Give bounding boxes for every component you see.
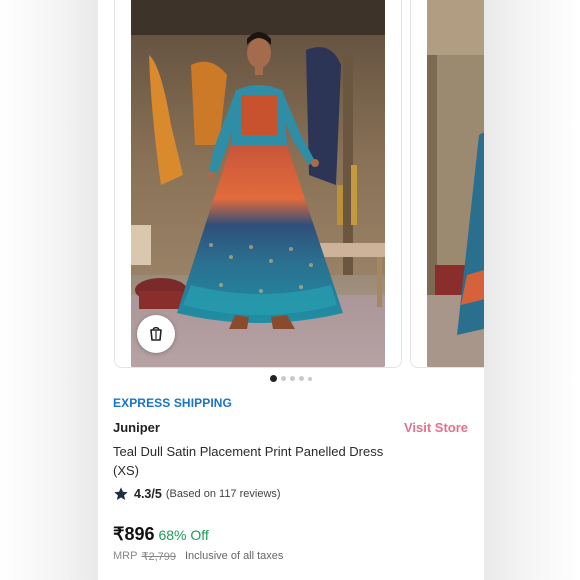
image-carousel[interactable] <box>98 0 484 372</box>
product-page: EXPRESS SHIPPING Juniper Visit Store Tea… <box>98 0 484 580</box>
mrp-label: MRP <box>113 550 138 562</box>
pagination-dot[interactable] <box>299 376 304 381</box>
express-shipping-badge: EXPRESS SHIPPING <box>113 396 232 410</box>
pagination-dot[interactable] <box>281 376 286 381</box>
product-title: Teal Dull Satin Placement Print Panelled… <box>113 444 384 478</box>
similar-products-button[interactable] <box>137 315 175 353</box>
pagination-dot[interactable] <box>290 376 295 381</box>
pagination-dot[interactable] <box>308 376 312 381</box>
product-rating[interactable]: 4.3/5 (Based on 117 reviews) <box>113 486 281 502</box>
visit-store-link[interactable]: Visit Store <box>404 420 468 435</box>
rating-score: 4.3/5 <box>134 487 162 501</box>
price-row: ₹896 68% Off <box>113 524 209 545</box>
selling-price: ₹896 <box>113 524 155 544</box>
star-icon <box>114 487 128 500</box>
backdrop-left <box>0 0 98 580</box>
mrp-value: ₹2,799 <box>141 551 176 563</box>
pagination-dot[interactable] <box>270 375 277 382</box>
brand-name[interactable]: Juniper <box>113 420 160 435</box>
product-photo <box>427 0 484 367</box>
mrp-row: MRP ₹2,799 Inclusive of all taxes <box>113 550 283 563</box>
backdrop-right <box>484 0 580 580</box>
carousel-slide[interactable] <box>114 0 402 368</box>
carousel-slide[interactable] <box>410 0 484 368</box>
product-photo <box>131 0 385 367</box>
similar-products-icon <box>150 326 162 341</box>
carousel-pagination[interactable] <box>98 375 484 382</box>
tax-note: Inclusive of all taxes <box>184 550 284 562</box>
rating-review-count: (Based on 117 reviews) <box>165 488 281 500</box>
discount-percent: 68% Off <box>158 527 209 543</box>
